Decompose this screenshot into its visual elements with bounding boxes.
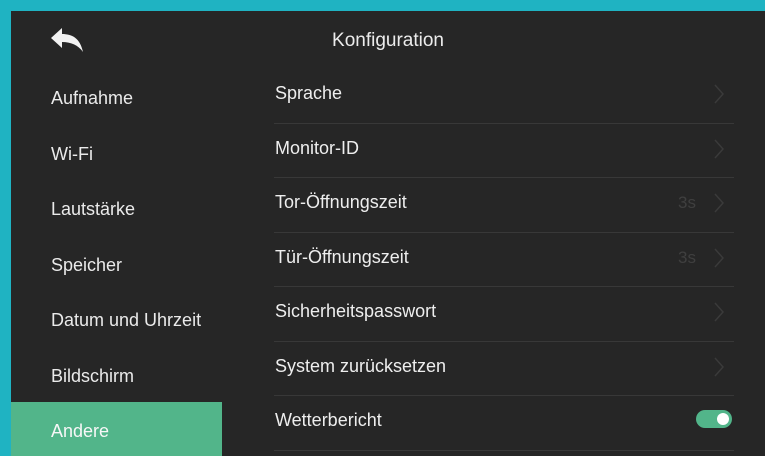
- setting-row-tuer-oeffnungszeit[interactable]: Tür-Öffnungszeit 3s: [274, 233, 734, 287]
- chevron-right-icon: [714, 193, 724, 213]
- sidebar-item-datum-und-uhrzeit[interactable]: Datum und Uhrzeit: [11, 291, 222, 347]
- setting-value: 3s: [678, 193, 696, 212]
- chevron-right-icon: [714, 248, 724, 267]
- chevron-right-icon: [714, 357, 724, 376]
- page-title: Konfiguration: [332, 30, 444, 51]
- header: Konfiguration: [11, 11, 765, 69]
- setting-label: Wetterbericht: [275, 410, 382, 430]
- setting-label: Sicherheitspasswort: [275, 301, 437, 321]
- sidebar-item-lautstaerke[interactable]: Lautstärke: [11, 180, 222, 236]
- chevron-right-icon: [714, 302, 724, 322]
- setting-row-system-zuruecksetzen[interactable]: System zurücksetzen: [274, 342, 734, 396]
- wetterbericht-toggle[interactable]: [696, 410, 732, 428]
- setting-row-tor-oeffnungszeit[interactable]: Tor-Öffnungszeit 3s: [274, 178, 734, 233]
- setting-label: Monitor-ID: [275, 137, 360, 158]
- sidebar-item-label: Speicher: [51, 254, 123, 275]
- setting-label: Sprache: [275, 83, 343, 103]
- setting-row-sprache[interactable]: Sprache: [274, 69, 734, 124]
- sidebar-item-bildschirm[interactable]: Bildschirm: [11, 347, 222, 403]
- sidebar: Aufnahme Wi-Fi Lautstärke Speicher Datum…: [11, 69, 222, 456]
- settings-list: Sprache Monitor-ID Tor-Öffnungszeit 3s T…: [274, 69, 734, 451]
- sidebar-item-label: Bildschirm: [51, 365, 135, 386]
- setting-row-wetterbericht: Wetterbericht: [274, 396, 734, 451]
- sidebar-item-aufnahme[interactable]: Aufnahme: [11, 69, 222, 125]
- config-screen: Konfiguration Aufnahme Wi-Fi Lautstärke …: [11, 11, 765, 456]
- sidebar-item-andere[interactable]: Andere: [11, 402, 222, 456]
- setting-row-sicherheitspasswort[interactable]: Sicherheitspasswort: [274, 287, 734, 342]
- setting-label: System zurücksetzen: [275, 355, 447, 376]
- setting-row-monitor-id[interactable]: Monitor-ID: [274, 124, 734, 178]
- toggle-knob: [717, 413, 729, 425]
- sidebar-item-label: Wi-Fi: [51, 143, 93, 164]
- chevron-right-icon: [714, 139, 724, 158]
- sidebar-item-label: Lautstärke: [51, 199, 136, 219]
- sidebar-item-label: Datum und Uhrzeit: [51, 310, 202, 330]
- setting-label: Tür-Öffnungszeit: [275, 246, 409, 267]
- chevron-right-icon: [714, 84, 724, 104]
- setting-value: 3s: [678, 247, 696, 267]
- sidebar-item-label: Aufnahme: [51, 88, 134, 108]
- sidebar-item-wifi[interactable]: Wi-Fi: [11, 125, 222, 181]
- sidebar-item-label: Andere: [51, 421, 110, 441]
- setting-label: Tor-Öffnungszeit: [275, 192, 407, 212]
- sidebar-item-speicher[interactable]: Speicher: [11, 236, 222, 292]
